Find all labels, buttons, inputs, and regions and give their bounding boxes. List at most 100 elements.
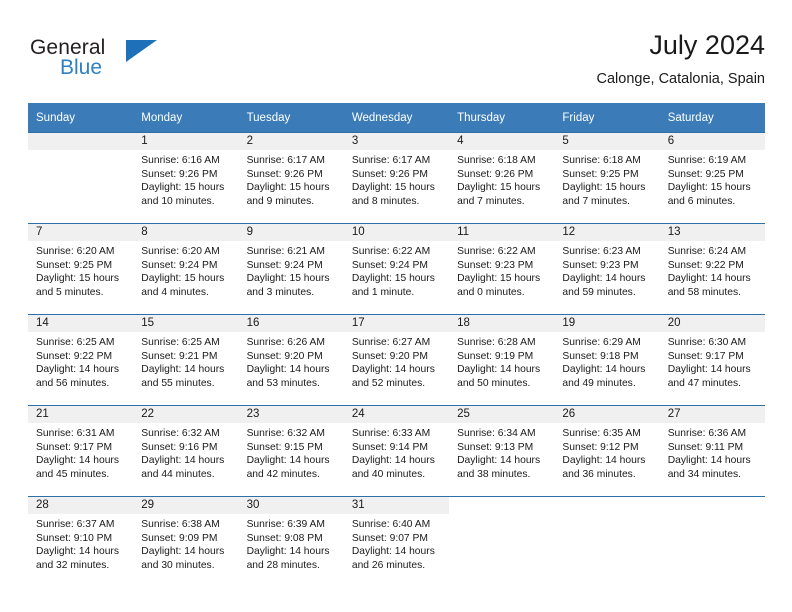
calendar-day-cell[interactable]: 4 Sunrise: 6:18 AM Sunset: 9:26 PM Daylight… <box>449 132 555 224</box>
daylight-text-line2: and 56 minutes. <box>36 377 110 389</box>
day-number: 25 <box>449 406 555 423</box>
daylight-text-line2: and 38 minutes. <box>457 468 531 480</box>
triangle-icon <box>126 40 157 62</box>
calendar-day-cell[interactable]: 3 Sunrise: 6:17 AM Sunset: 9:26 PM Daylight… <box>343 132 450 224</box>
day-number: 23 <box>238 406 344 423</box>
sunrise-text: Sunrise: 6:27 AM <box>351 337 431 348</box>
calendar-day-cell[interactable]: 21 Sunrise: 6:31 AM Sunset: 9:17 PM Dayligh… <box>28 405 134 497</box>
calendar-day-cell[interactable]: 5 Sunrise: 6:18 AM Sunset: 9:25 PM Daylight… <box>554 132 660 224</box>
day-details: Sunrise: 6:20 AM Sunset: 9:25 PM Daylight:… <box>28 241 133 299</box>
sunset-text: Sunset: 9:15 PM <box>246 441 323 453</box>
sunset-text: Sunset: 9:26 PM <box>457 168 534 180</box>
sunset-text: Sunset: 9:24 PM <box>246 259 323 271</box>
daylight-text-line2: and 47 minutes. <box>667 377 741 389</box>
calendar-day-cell[interactable]: 2 Sunrise: 6:17 AM Sunset: 9:26 PM Daylight… <box>238 132 344 224</box>
calendar-day-cell[interactable]: 29 Sunrise: 6:38 AM Sunset: 9:09 PM Dayligh… <box>133 496 239 587</box>
daylight-text-line2: and 36 minutes. <box>562 468 636 480</box>
sunset-text: Sunset: 9:08 PM <box>246 532 323 544</box>
logo-text-blue: Blue <box>60 56 103 79</box>
calendar-day-cell[interactable]: 10 Sunrise: 6:22 AM Sunset: 9:24 PM Dayligh… <box>343 223 450 315</box>
sunrise-text: Sunrise: 6:40 AM <box>351 519 431 530</box>
daylight-text-line2: and 0 minutes. <box>457 286 525 298</box>
sunrise-text: Sunrise: 6:21 AM <box>246 246 325 257</box>
day-number: 11 <box>449 224 555 241</box>
day-number: 16 <box>238 315 344 332</box>
day-number: 15 <box>133 315 239 332</box>
calendar-day-cell[interactable]: 22 Sunrise: 6:32 AM Sunset: 9:16 PM Dayligh… <box>133 405 239 497</box>
calendar-day-cell[interactable]: 23 Sunrise: 6:32 AM Sunset: 9:15 PM Dayligh… <box>238 405 344 497</box>
daylight-text-line1: Daylight: 14 hours <box>36 546 119 558</box>
calendar-week-row: 21 Sunrise: 6:31 AM Sunset: 9:17 PM Dayligh… <box>28 405 765 497</box>
day-details: Sunrise: 6:17 AM Sunset: 9:26 PM Daylight:… <box>344 150 449 208</box>
day-details: Sunrise: 6:25 AM Sunset: 9:21 PM Daylight:… <box>133 332 238 390</box>
sunrise-text: Sunrise: 6:25 AM <box>36 337 115 348</box>
day-number: 13 <box>659 224 765 241</box>
day-number: 24 <box>343 406 450 423</box>
day-number: 14 <box>28 315 134 332</box>
calendar-day-cell[interactable]: 16 Sunrise: 6:26 AM Sunset: 9:20 PM Dayligh… <box>238 314 344 406</box>
day-number: 29 <box>133 497 239 514</box>
sunrise-text: Sunrise: 6:18 AM <box>562 155 641 166</box>
sunrise-text: Sunrise: 6:20 AM <box>141 246 220 257</box>
daylight-text-line2: and 3 minutes. <box>246 286 315 298</box>
calendar-day-cell[interactable]: 31 Sunrise: 6:40 AM Sunset: 9:07 PM Dayligh… <box>343 496 450 587</box>
calendar-day-cell[interactable]: 19 Sunrise: 6:29 AM Sunset: 9:18 PM Dayligh… <box>554 314 660 406</box>
weekday-header-tuesday: Tuesday <box>238 103 344 133</box>
daylight-text-line1: Daylight: 14 hours <box>667 455 751 467</box>
calendar-day-cell[interactable]: 24 Sunrise: 6:33 AM Sunset: 9:14 PM Dayligh… <box>343 405 450 497</box>
sunrise-text: Sunrise: 6:26 AM <box>246 337 325 348</box>
generalblue-logo[interactable]: General Blue <box>30 36 170 88</box>
calendar-day-cell[interactable]: 27 Sunrise: 6:36 AM Sunset: 9:11 PM Dayligh… <box>659 405 765 497</box>
sunset-text: Sunset: 9:14 PM <box>351 441 428 453</box>
calendar-day-cell[interactable]: 25 Sunrise: 6:34 AM Sunset: 9:13 PM Dayligh… <box>449 405 555 497</box>
calendar-day-cell[interactable]: 15 Sunrise: 6:25 AM Sunset: 9:21 PM Dayligh… <box>133 314 239 406</box>
day-number: 27 <box>659 406 765 423</box>
calendar-day-cell[interactable]: 11 Sunrise: 6:22 AM Sunset: 9:23 PM Dayligh… <box>449 223 555 315</box>
weekday-header-monday: Monday <box>133 103 239 133</box>
daylight-text-line1: Daylight: 14 hours <box>562 273 646 285</box>
calendar-day-cell[interactable]: 30 Sunrise: 6:39 AM Sunset: 9:08 PM Dayligh… <box>238 496 344 587</box>
daylight-text-line1: Daylight: 14 hours <box>36 364 119 376</box>
sunrise-text: Sunrise: 6:24 AM <box>667 246 747 257</box>
calendar-day-cell[interactable]: 13 Sunrise: 6:24 AM Sunset: 9:22 PM Dayligh… <box>659 223 765 315</box>
calendar-table: Sunday Monday Tuesday Wednesday Thursday… <box>28 103 765 587</box>
sunrise-text: Sunrise: 6:32 AM <box>246 428 325 439</box>
calendar-day-cell[interactable]: 17 Sunrise: 6:27 AM Sunset: 9:20 PM Dayligh… <box>343 314 450 406</box>
calendar-day-cell[interactable]: 18 Sunrise: 6:28 AM Sunset: 9:19 PM Dayligh… <box>449 314 555 406</box>
sunset-text: Sunset: 9:24 PM <box>141 259 218 271</box>
day-details: Sunrise: 6:34 AM Sunset: 9:13 PM Daylight:… <box>449 423 554 481</box>
daylight-text-line2: and 59 minutes. <box>562 286 636 298</box>
calendar-day-cell[interactable]: 20 Sunrise: 6:30 AM Sunset: 9:17 PM Dayligh… <box>659 314 765 406</box>
daylight-text-line1: Daylight: 14 hours <box>351 546 435 558</box>
day-number: 3 <box>343 133 450 150</box>
calendar-day-cell[interactable]: 26 Sunrise: 6:35 AM Sunset: 9:12 PM Dayligh… <box>554 405 660 497</box>
day-number: 6 <box>659 133 765 150</box>
sunset-text: Sunset: 9:20 PM <box>246 350 323 362</box>
daylight-text-line2: and 9 minutes. <box>246 195 315 207</box>
day-details: Sunrise: 6:21 AM Sunset: 9:24 PM Daylight:… <box>239 241 344 299</box>
sunset-text: Sunset: 9:21 PM <box>141 350 218 362</box>
calendar-day-cell[interactable]: 1 Sunrise: 6:16 AM Sunset: 9:26 PM Daylight… <box>133 132 239 224</box>
day-details: Sunrise: 6:31 AM Sunset: 9:17 PM Daylight:… <box>28 423 133 481</box>
calendar-day-cell[interactable]: 8 Sunrise: 6:20 AM Sunset: 9:24 PM Daylight… <box>133 223 239 315</box>
daylight-text-line1: Daylight: 15 hours <box>36 273 119 285</box>
calendar-day-cell[interactable]: 9 Sunrise: 6:21 AM Sunset: 9:24 PM Daylight… <box>238 223 344 315</box>
day-number: 26 <box>554 406 660 423</box>
calendar-day-cell[interactable]: 12 Sunrise: 6:23 AM Sunset: 9:23 PM Dayligh… <box>554 223 660 315</box>
day-number <box>660 497 765 514</box>
daylight-text-line2: and 6 minutes. <box>667 195 736 207</box>
calendar-day-cell[interactable]: 14 Sunrise: 6:25 AM Sunset: 9:22 PM Dayligh… <box>28 314 134 406</box>
sunset-text: Sunset: 9:13 PM <box>457 441 534 453</box>
sunset-text: Sunset: 9:16 PM <box>141 441 218 453</box>
daylight-text-line1: Daylight: 15 hours <box>457 273 541 285</box>
calendar-day-cell[interactable]: 28 Sunrise: 6:37 AM Sunset: 9:10 PM Dayligh… <box>28 496 134 587</box>
daylight-text-line2: and 50 minutes. <box>457 377 531 389</box>
calendar-body: 1 Sunrise: 6:16 AM Sunset: 9:26 PM Daylight… <box>28 132 765 587</box>
calendar-day-cell[interactable]: 6 Sunrise: 6:19 AM Sunset: 9:25 PM Daylight… <box>659 132 765 224</box>
calendar-day-cell[interactable]: 7 Sunrise: 6:20 AM Sunset: 9:25 PM Daylight… <box>28 223 134 315</box>
day-details: Sunrise: 6:35 AM Sunset: 9:12 PM Daylight:… <box>554 423 659 481</box>
day-details: Sunrise: 6:17 AM Sunset: 9:26 PM Daylight:… <box>239 150 344 208</box>
sunrise-text: Sunrise: 6:16 AM <box>141 155 220 166</box>
daylight-text-line1: Daylight: 15 hours <box>351 182 435 194</box>
day-number: 22 <box>133 406 239 423</box>
